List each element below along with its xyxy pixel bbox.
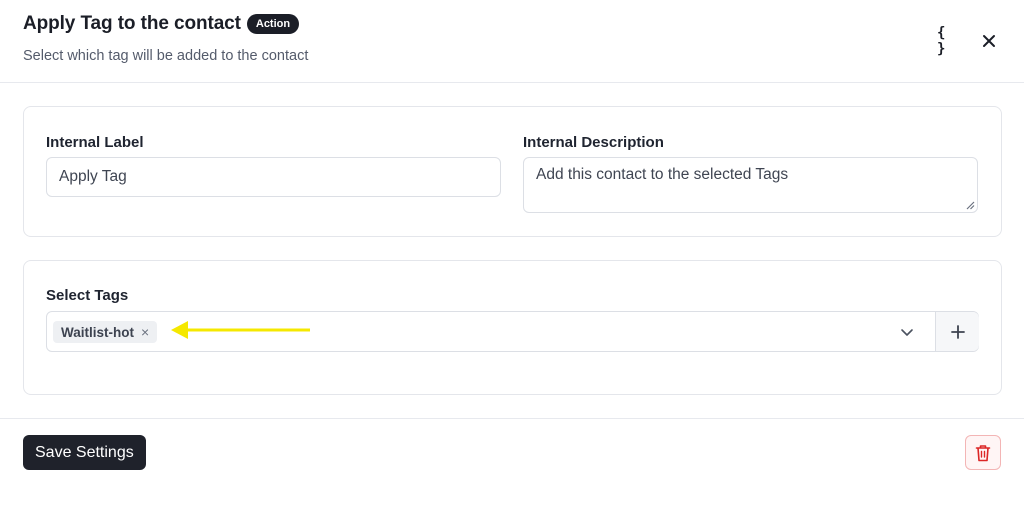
resize-handle-icon[interactable]: [965, 200, 975, 210]
delete-button[interactable]: [965, 435, 1001, 470]
annotation-arrow: [171, 321, 310, 339]
title-row: Apply Tag to the contact Action: [23, 13, 300, 35]
modal-subtitle: Select which tag will be added to the co…: [23, 48, 309, 64]
footer-divider: [0, 418, 1024, 419]
remove-tag-icon[interactable]: ×: [141, 324, 149, 340]
curly-braces-icon[interactable]: { }: [937, 25, 959, 57]
action-badge: Action: [246, 14, 300, 34]
trash-icon: [975, 444, 991, 461]
modal-title: Apply Tag to the contact: [23, 13, 241, 34]
close-icon[interactable]: [978, 30, 1000, 52]
internal-description-heading: Internal Description: [523, 134, 664, 151]
settings-card: Internal Label Internal Description Add …: [23, 106, 1002, 237]
tag-chip-label: Waitlist-hot: [61, 324, 134, 340]
chevron-down-icon[interactable]: [899, 324, 915, 340]
select-tags-heading: Select Tags: [46, 287, 129, 304]
internal-description-textarea[interactable]: Add this contact to the selected Tags: [523, 157, 978, 213]
add-tag-button[interactable]: [935, 312, 979, 351]
tag-chip: Waitlist-hot ×: [53, 321, 158, 343]
modal-header: Apply Tag to the contact Action Select w…: [0, 0, 1024, 83]
internal-label-heading: Internal Label: [46, 134, 144, 151]
internal-label-input[interactable]: [46, 157, 501, 197]
plus-icon: [950, 324, 965, 339]
save-settings-button[interactable]: Save Settings: [23, 435, 146, 470]
